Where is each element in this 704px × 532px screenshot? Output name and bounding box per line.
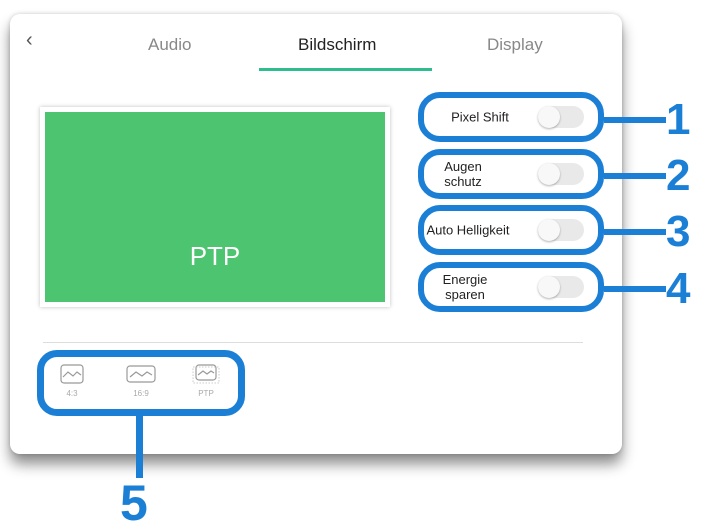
callout-line-3 [604, 229, 666, 235]
back-button[interactable]: ‹ [26, 30, 33, 50]
callout-line-1 [604, 117, 666, 123]
option-label: Augen schutz [444, 159, 482, 189]
callout-number-3: 3 [666, 207, 691, 256]
toggle-knob [538, 276, 560, 298]
picture-icon [60, 364, 84, 384]
option-label: Pixel Shift [451, 109, 509, 125]
energie-sparen-toggle[interactable] [538, 276, 584, 298]
augenschutz-toggle[interactable] [538, 163, 584, 185]
aspect-16-9-button[interactable]: 16:9 [123, 364, 159, 398]
callout-number-2: 2 [666, 151, 691, 200]
aspect-ratio-selector: 4:3 16:9 PTP [37, 350, 245, 416]
picture-icon [192, 364, 220, 384]
tab-display[interactable]: Display [487, 35, 543, 55]
option-label: Energie sparen [442, 272, 488, 302]
toggle-knob [538, 163, 560, 185]
screen-preview: PTP [40, 107, 390, 307]
callout-number-4: 4 [666, 264, 691, 313]
tab-audio[interactable]: Audio [148, 35, 191, 55]
section-divider [43, 342, 583, 343]
picture-icon [126, 365, 156, 383]
option-label: Auto Helligkeit [426, 222, 510, 238]
preview-mode-label: PTP [189, 241, 241, 271]
toggle-knob [538, 219, 560, 241]
aspect-label: PTP [198, 389, 214, 398]
callout-number-5: 5 [120, 475, 148, 531]
option-pixel-shift: Pixel Shift [418, 92, 604, 142]
callout-number-1: 1 [666, 95, 691, 144]
toggle-knob [538, 106, 560, 128]
aspect-label: 16:9 [133, 389, 149, 398]
option-energie-sparen: Energie sparen [418, 262, 604, 312]
preview-area: PTP [45, 112, 385, 302]
aspect-4-3-button[interactable]: 4:3 [54, 364, 90, 398]
callout-line-4 [604, 286, 666, 292]
aspect-ptp-button[interactable]: PTP [188, 364, 224, 398]
callout-line-5 [136, 416, 143, 478]
aspect-label: 4:3 [66, 389, 78, 398]
pixel-shift-toggle[interactable] [538, 106, 584, 128]
auto-helligkeit-toggle[interactable] [538, 219, 584, 241]
active-tab-indicator [259, 68, 432, 71]
option-auto-helligkeit: Auto Helligkeit [418, 205, 604, 255]
tab-bildschirm[interactable]: Bildschirm [298, 35, 376, 55]
option-augenschutz: Augen schutz [418, 149, 604, 199]
chevron-left-icon: ‹ [26, 29, 33, 51]
callout-line-2 [604, 173, 666, 179]
